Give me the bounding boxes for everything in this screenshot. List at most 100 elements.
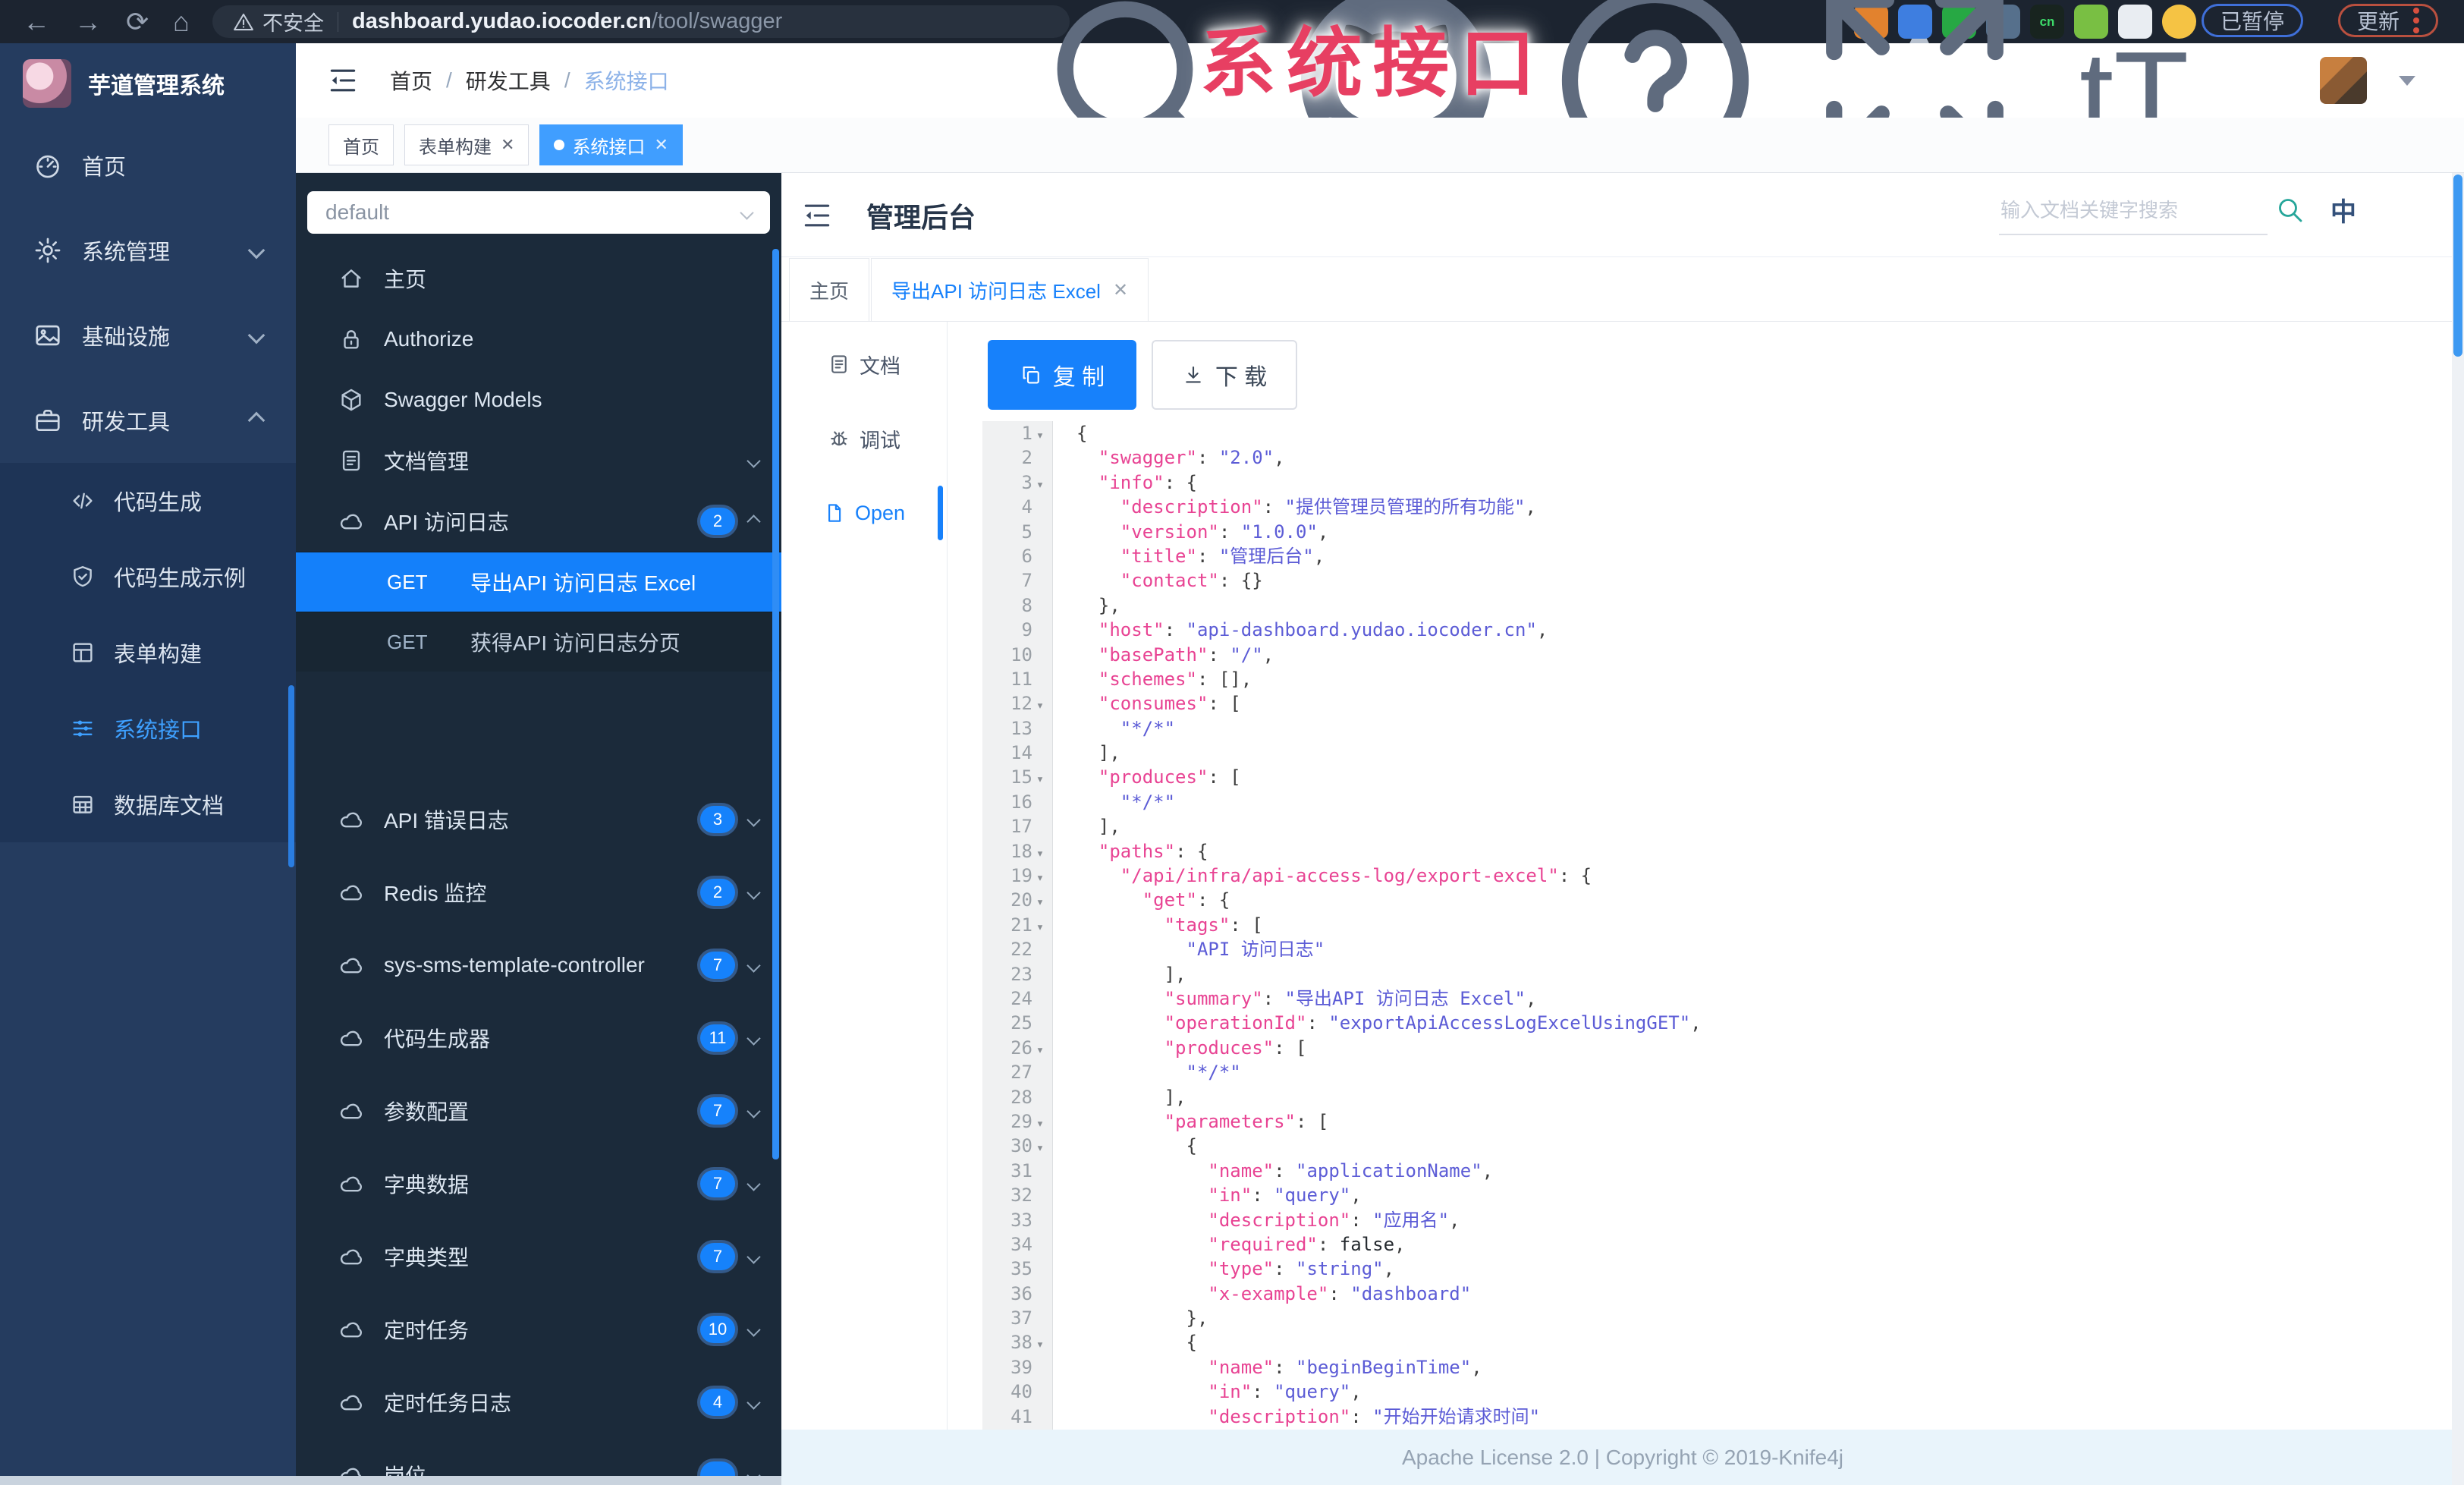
chevron-down-icon bbox=[746, 1030, 761, 1046]
swagger-item-label: 主页 bbox=[384, 268, 427, 291]
vertical-divider bbox=[947, 322, 948, 1430]
copy-icon bbox=[1020, 363, 1042, 386]
tag-系统接口[interactable]: 系统接口 ✕ bbox=[539, 124, 683, 165]
extension-cn-icon[interactable]: cn bbox=[2030, 5, 2064, 39]
copy-button[interactable]: 复 制 bbox=[988, 340, 1136, 410]
swagger-item-sw-codegen[interactable]: 代码生成器 11 bbox=[296, 1002, 781, 1074]
sidebar-item-devtool[interactable]: 研发工具 bbox=[0, 378, 296, 463]
close-icon[interactable]: ✕ bbox=[501, 135, 514, 155]
tag-首页[interactable]: 首页 bbox=[328, 124, 394, 165]
swagger-item-label: 岗位 bbox=[384, 1460, 426, 1476]
swagger-item-label: 文档管理 bbox=[384, 450, 470, 474]
window-scrollbar-thumb[interactable] bbox=[2453, 175, 2462, 357]
download-button[interactable]: 下 载 bbox=[1152, 340, 1297, 410]
kebab-menu-icon[interactable] bbox=[2413, 8, 2420, 33]
minibar-label: 调试 bbox=[860, 429, 900, 452]
swagger-item-sw-authorize[interactable]: Authorize bbox=[296, 309, 781, 370]
close-icon[interactable]: ✕ bbox=[1113, 279, 1128, 301]
doc-tab-导出API 访问日志 Excel[interactable]: 导出API 访问日志 Excel ✕ bbox=[871, 258, 1149, 321]
line-number: 29 ▾ bbox=[1010, 1110, 1045, 1132]
sidebar-subitem-label: 系统接口 bbox=[114, 719, 203, 743]
address-bar[interactable]: 不安全 dashboard.yudao.iocoder.cn /tool/swa… bbox=[212, 5, 1070, 38]
sidebar-item-form-build[interactable]: 表单构建 bbox=[0, 615, 296, 691]
swagger-item-sw-job[interactable]: 定时任务 10 bbox=[296, 1293, 781, 1366]
minibar-Open[interactable]: Open bbox=[781, 490, 947, 536]
sidebar-item-system[interactable]: 系统管理 bbox=[0, 208, 296, 293]
swagger-item-sw-sms-template[interactable]: sys-sms-template-controller 7 bbox=[296, 929, 781, 1002]
swagger-item-sw-api-access-log[interactable]: API 访问日志 2 bbox=[296, 491, 781, 552]
minibar-调试[interactable]: 调试 bbox=[781, 416, 947, 461]
horizontal-scrollbar[interactable] bbox=[0, 1476, 781, 1485]
briefcase-icon bbox=[33, 406, 62, 435]
api-operation[interactable]: GET 导出API 访问日志 Excel bbox=[296, 552, 781, 612]
sidebar-item-codegen-demo[interactable]: 代码生成示例 bbox=[0, 539, 296, 615]
swagger-item-sw-job-log[interactable]: 定时任务日志 4 bbox=[296, 1366, 781, 1439]
swagger-item-sw-param-config[interactable]: 参数配置 7 bbox=[296, 1074, 781, 1147]
sidebar-item-label: 系统管理 bbox=[82, 241, 171, 265]
sidebar-item-codegen[interactable]: 代码生成 bbox=[0, 463, 296, 539]
language-toggle[interactable]: 中 bbox=[2330, 191, 2356, 228]
doc-search-icon[interactable] bbox=[2274, 194, 2305, 225]
menu-fold-icon[interactable] bbox=[800, 199, 834, 232]
chevron-down-icon bbox=[247, 241, 266, 260]
update-button[interactable]: 更新 bbox=[2338, 4, 2439, 37]
line-number: 11 bbox=[1010, 668, 1032, 690]
app-title: 芋道管理系统 bbox=[88, 73, 225, 99]
swagger-item-sw-docmgr[interactable]: 文档管理 bbox=[296, 430, 781, 491]
api-operation[interactable]: GET 获得API 访问日志分页 bbox=[296, 612, 781, 672]
swagger-item-sw-dict-data[interactable]: 字典数据 7 bbox=[296, 1147, 781, 1220]
reload-icon[interactable]: ⟳ bbox=[126, 6, 149, 38]
sidebar-subitem-label: 数据库文档 bbox=[114, 794, 225, 819]
doc-tab-主页[interactable]: 主页 bbox=[789, 258, 870, 321]
sidebar-item-system-api[interactable]: 系统接口 bbox=[0, 691, 296, 766]
swagger-item-label: API 错误日志 bbox=[384, 809, 509, 832]
forward-icon[interactable]: → bbox=[74, 6, 102, 38]
avatar-caret-icon[interactable] bbox=[2399, 75, 2415, 86]
tag-表单构建[interactable]: 表单构建 ✕ bbox=[404, 124, 530, 165]
sidebar-item-infra[interactable]: 基础设施 bbox=[0, 293, 296, 378]
swagger-item-label: 参数配置 bbox=[384, 1100, 470, 1124]
swagger-item-sw-dict-type[interactable]: 字典类型 7 bbox=[296, 1220, 781, 1293]
home-icon[interactable]: ⌂ bbox=[173, 6, 190, 38]
sidebar-item-label: 首页 bbox=[82, 156, 127, 180]
swagger-item-sw-redis[interactable]: Redis 监控 2 bbox=[296, 856, 781, 929]
line-number: 9 bbox=[1021, 619, 1032, 641]
line-number: 7 bbox=[1021, 570, 1032, 592]
chevron-down-icon bbox=[746, 1103, 761, 1118]
line-number: 21 ▾ bbox=[1010, 914, 1045, 936]
line-number: 3 ▾ bbox=[1021, 471, 1045, 493]
json-editor[interactable]: 1 ▾ 2 3 ▾ 4 5 6 7 8 9 10 11 12 ▾ 13 14 15 ▾ 16 17 18 ▾ 19 ▾ 20 ▾ 21… bbox=[982, 421, 2424, 1430]
code-line: "produces": [ bbox=[1164, 1037, 1307, 1059]
sidebar-scrollbar[interactable] bbox=[288, 685, 294, 867]
code-line: "host": "api-dashboard.yudao.iocoder.cn"… bbox=[1098, 619, 1548, 641]
sidebar-item-home[interactable]: 首页 bbox=[0, 123, 296, 208]
api-group-select[interactable]: default bbox=[307, 191, 770, 234]
code-line: "tags": [ bbox=[1164, 914, 1263, 936]
line-number: 20 ▾ bbox=[1010, 889, 1045, 911]
doc-search-input[interactable] bbox=[1999, 187, 2268, 235]
swagger-item-sw-models[interactable]: Swagger Models bbox=[296, 370, 781, 430]
user-avatar[interactable] bbox=[2320, 57, 2367, 104]
line-number: 4 bbox=[1021, 496, 1032, 518]
breadcrumb-devtool[interactable]: 研发工具 bbox=[466, 65, 551, 96]
swagger-scrollbar[interactable] bbox=[772, 249, 779, 1159]
swagger-item-sw-home[interactable]: 主页 bbox=[296, 248, 781, 309]
sidebar-item-db-doc[interactable]: 数据库文档 bbox=[0, 766, 296, 842]
hamburger-icon[interactable] bbox=[326, 64, 360, 97]
swagger-item-sw-api-error-log[interactable]: API 错误日志 3 bbox=[296, 783, 781, 856]
minibar-文档[interactable]: 文档 bbox=[781, 341, 947, 387]
code-line: "description": "提供管理员管理的所有功能", bbox=[1120, 496, 1536, 518]
back-icon[interactable]: ← bbox=[23, 6, 50, 38]
close-icon[interactable]: ✕ bbox=[654, 135, 668, 155]
line-number: 8 bbox=[1021, 594, 1032, 616]
breadcrumb-home[interactable]: 首页 bbox=[390, 65, 432, 96]
swagger-item-label: API 访问日志 bbox=[384, 511, 509, 534]
code-line: { bbox=[1076, 423, 1088, 444]
line-number: 12 ▾ bbox=[1010, 693, 1045, 715]
swagger-item-sw-post[interactable]: 岗位 bbox=[296, 1439, 781, 1476]
line-number: 10 bbox=[1010, 643, 1032, 665]
gear-icon bbox=[33, 236, 62, 265]
code-line: "parameters": [ bbox=[1164, 1110, 1329, 1132]
browser-nav: ← → ⟳ ⌂ bbox=[11, 0, 202, 43]
infra-icon bbox=[33, 321, 62, 350]
